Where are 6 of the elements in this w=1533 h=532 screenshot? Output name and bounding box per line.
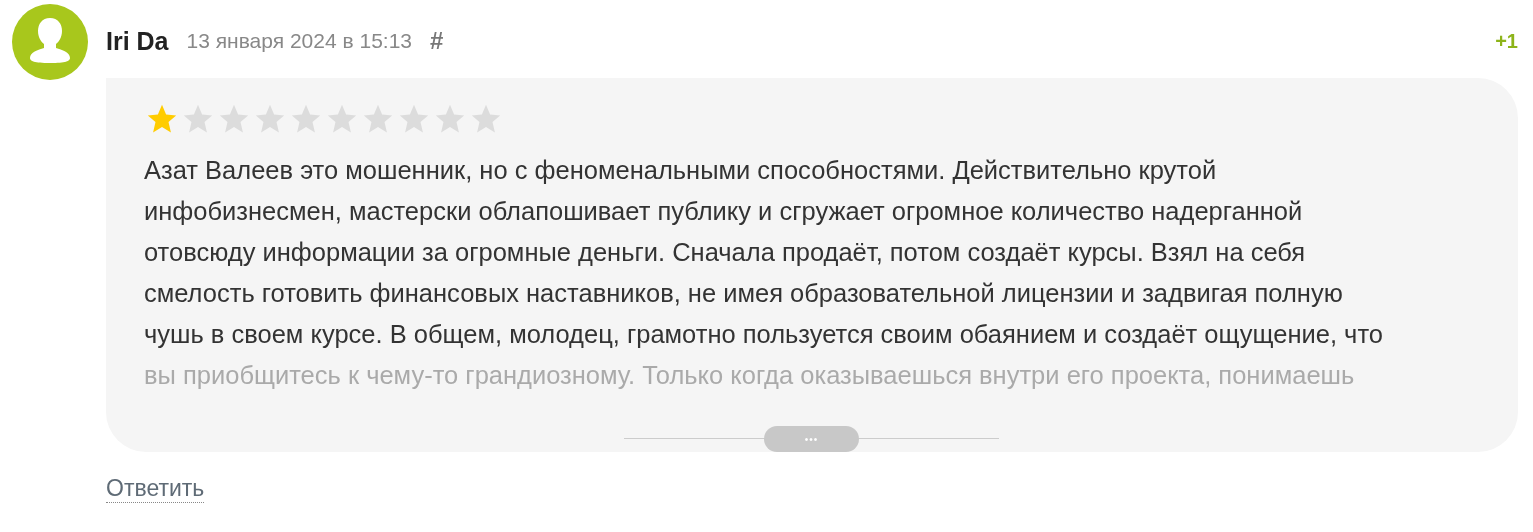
reply-link[interactable]: Ответить [106, 474, 205, 503]
comment-text: Азат Валеев это мошенник, но с феноменальными способностями. Действительно крутой инфобизнесмен, мастерски облапошивает публику и сгружает огромное количество надерганной отовсюду информации за огромные деньги. Сначала продаёт, потом создаёт курсы. Взял на себя смелость готовить финансовых наставников, не имея образовательной лицензии и задвигая полную чушь в своем курсе. В общем, молодец, грамотно пользуется своим обаянием и создаёт ощущение, что вы приобщитесь к чему-то грандиозному. Только когда оказываешься внутри его проекта, понимаешь [144, 155, 1384, 391]
comment-score: +1 [1495, 29, 1518, 53]
comment-date: 13 января 2024 в 15:13 [186, 29, 413, 53]
author-name: Iri Da [106, 26, 169, 56]
anchor-link[interactable]: # [430, 27, 444, 55]
